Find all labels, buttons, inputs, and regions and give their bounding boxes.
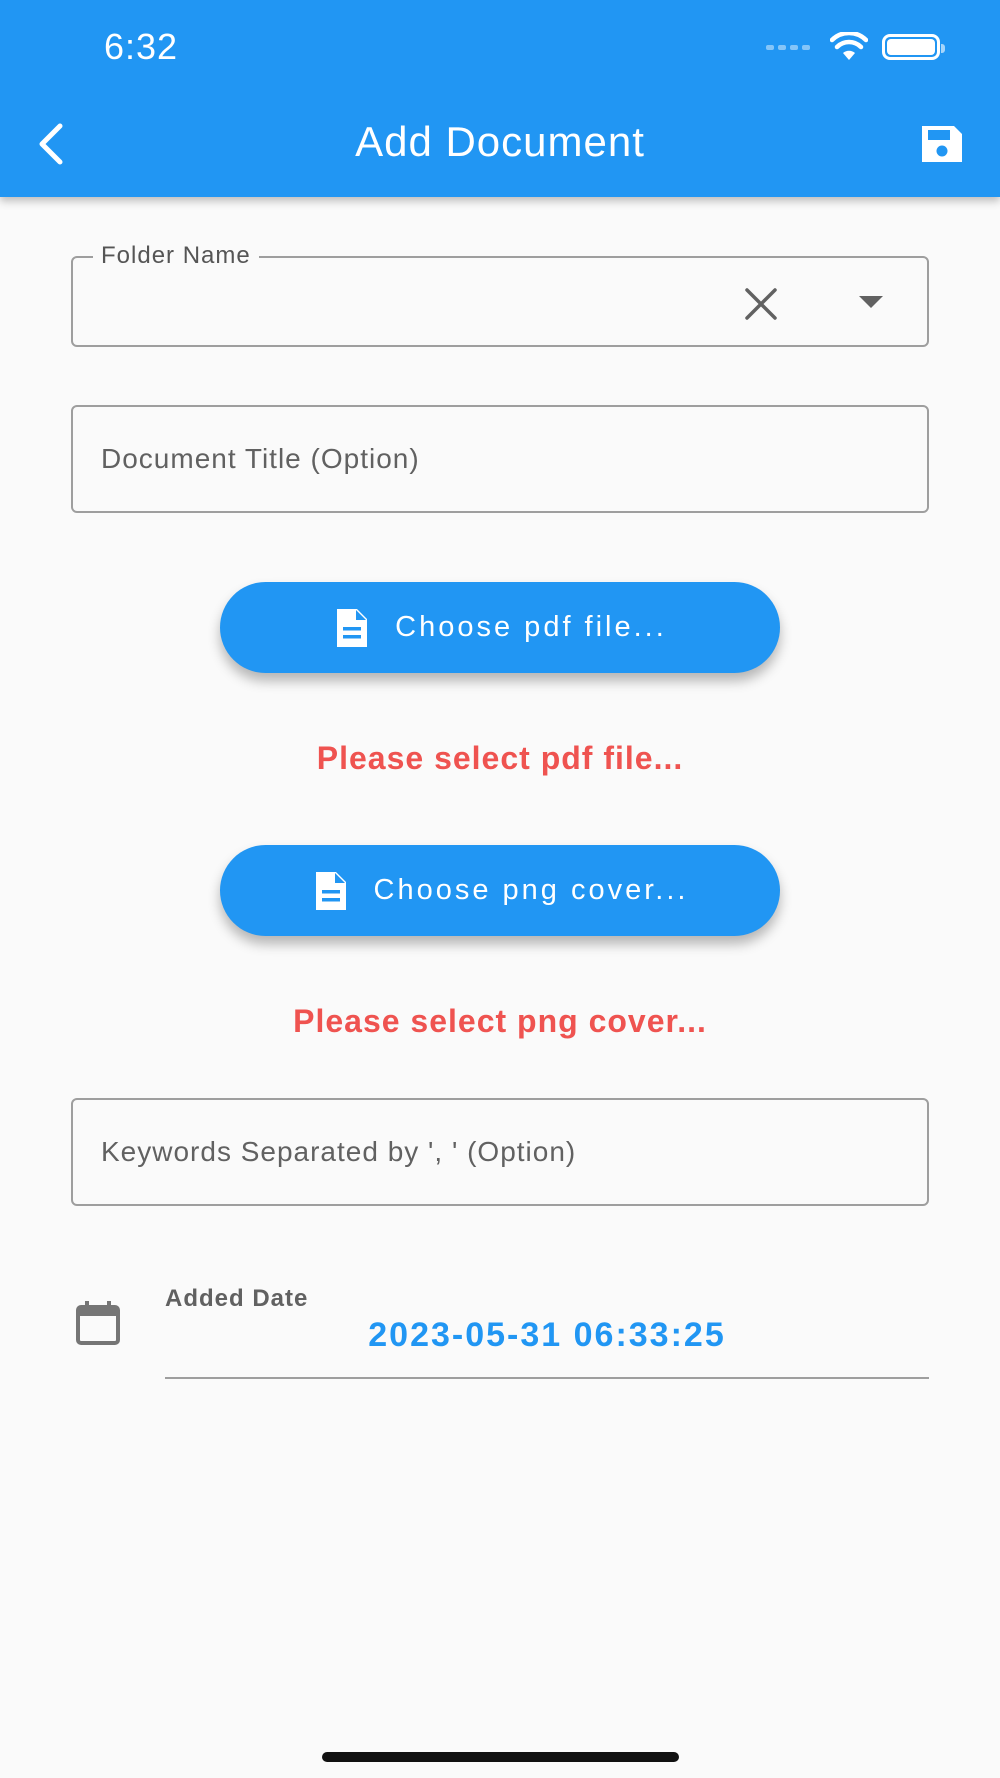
folder-name-label: Folder Name — [93, 242, 259, 270]
choose-png-button[interactable]: Choose png cover... — [220, 845, 780, 936]
png-error-message: Please select png cover... — [293, 1003, 707, 1039]
keywords-input[interactable] — [73, 1100, 927, 1204]
battery-icon — [882, 34, 945, 60]
choose-pdf-label: Choose pdf file... — [395, 611, 667, 643]
added-date-value[interactable]: 2023-05-31 06:33:25 — [165, 1316, 929, 1355]
document-title-input[interactable] — [73, 407, 927, 511]
calendar-icon — [76, 1301, 120, 1345]
document-icon — [315, 871, 346, 910]
document-title-field[interactable] — [71, 405, 929, 513]
cellular-signal-icon — [766, 44, 810, 50]
status-icons — [766, 30, 945, 64]
home-indicator — [322, 1752, 679, 1762]
chevron-down-icon[interactable] — [859, 294, 883, 310]
wifi-icon — [830, 32, 868, 60]
document-icon — [337, 608, 368, 647]
keywords-field[interactable] — [71, 1098, 929, 1206]
page-title: Add Document — [355, 118, 645, 165]
folder-name-dropdown[interactable]: Folder Name — [71, 242, 929, 347]
choose-png-label: Choose png cover... — [373, 874, 689, 906]
date-underline — [165, 1377, 929, 1379]
save-button[interactable] — [918, 122, 966, 166]
added-date-label: Added Date — [165, 1285, 309, 1312]
app-bar: 6:32 Add Document — [0, 0, 1000, 197]
choose-pdf-button[interactable]: Choose pdf file... — [220, 582, 780, 673]
clear-icon[interactable] — [741, 284, 781, 324]
status-time: 6:32 — [104, 26, 179, 67]
pdf-error-message: Please select pdf file... — [316, 740, 684, 776]
